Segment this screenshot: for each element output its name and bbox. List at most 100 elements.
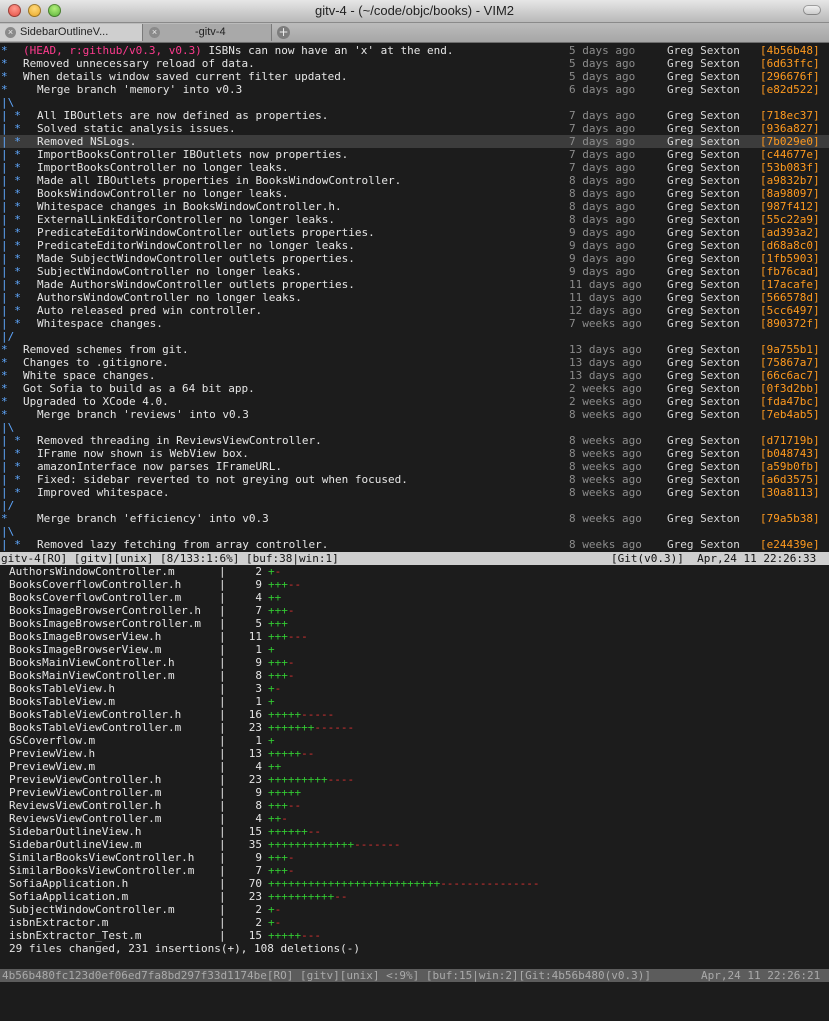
diffstat-line[interactable]: BooksImageBrowserView.m | 1 + bbox=[0, 643, 829, 656]
diffstat-separator: | bbox=[219, 747, 226, 760]
log-line[interactable]: * Changes to .gitignore. 13 days ago Greg S… bbox=[0, 356, 829, 369]
insertions-bar: +++ bbox=[268, 799, 288, 812]
log-line[interactable]: * Removed schemes from git. 13 days ago Gre… bbox=[0, 343, 829, 356]
commit-date: 7 days ago bbox=[569, 148, 636, 161]
log-line[interactable]: | * IFrame now shown is WebView box. 8 wee… bbox=[0, 447, 829, 460]
log-line[interactable]: |\ bbox=[0, 525, 829, 538]
log-line[interactable]: | * Improved whitespace. 8 weeks ago Greg S… bbox=[0, 486, 829, 499]
diffstat-line[interactable]: SofiaApplication.h | 70 +++++++++++++++++++… bbox=[0, 877, 829, 890]
diffstat-line[interactable]: PreviewViewController.h | 23 +++++++++---- bbox=[0, 773, 829, 786]
tab-bar: × SidebarOutlineV... × -gitv-4 + bbox=[0, 23, 829, 43]
log-line[interactable]: * Got Sofia to build as a 64 bit app. 2 we… bbox=[0, 382, 829, 395]
log-line[interactable]: | * AuthorsWindowController no longer lea… bbox=[0, 291, 829, 304]
log-line[interactable]: | * ImportBooksController IBOutlets now p… bbox=[0, 148, 829, 161]
log-line[interactable]: | * PredicateEditorWindowController outle… bbox=[0, 226, 829, 239]
log-line[interactable]: * Merge branch 'memory' into v0.3 6 days a… bbox=[0, 83, 829, 96]
log-line[interactable]: |\ bbox=[0, 96, 829, 109]
log-line[interactable]: | * Whitespace changes in BooksWindowCont… bbox=[0, 200, 829, 213]
tab-gitv[interactable]: × -gitv-4 bbox=[143, 24, 272, 41]
log-line[interactable]: * When details window saved current filte… bbox=[0, 70, 829, 83]
git-log-pane[interactable]: * (HEAD, r:github/v0.3, v0.3) ISBNs can n… bbox=[0, 43, 829, 553]
diffstat-line[interactable]: AuthorsWindowController.m | 2 +- bbox=[0, 565, 829, 578]
log-line[interactable]: * Merge branch 'efficiency' into v0.3 8 we… bbox=[0, 512, 829, 525]
diffstat-line[interactable]: GSCoverflow.m | 1 + bbox=[0, 734, 829, 747]
deletions-bar: - bbox=[274, 916, 282, 929]
diffstat-line[interactable]: SubjectWindowController.m | 2 +- bbox=[0, 903, 829, 916]
diffstat-line[interactable]: BooksMainViewController.m | 8 +++- bbox=[0, 669, 829, 682]
diffstat-line[interactable]: BooksCoverflowController.h | 9 +++-- bbox=[0, 578, 829, 591]
log-line[interactable]: | * Fixed: sidebar reverted to not greyin… bbox=[0, 473, 829, 486]
log-line[interactable]: | * Made AuthorsWindowController outlets … bbox=[0, 278, 829, 291]
log-line[interactable]: |/ bbox=[0, 330, 829, 343]
diffstat-line[interactable]: BooksMainViewController.h | 9 +++- bbox=[0, 656, 829, 669]
commit-author: Greg Sexton bbox=[667, 291, 740, 304]
diffstat-line[interactable]: BooksTableViewController.h | 16 +++++----- bbox=[0, 708, 829, 721]
graph-glyph: | * bbox=[1, 109, 21, 122]
diffstat-line[interactable]: PreviewView.m | 4 ++ bbox=[0, 760, 829, 773]
log-line[interactable]: | * SubjectWindowController no longer lea… bbox=[0, 265, 829, 278]
log-line[interactable]: | * PredicateEditorWindowController no lo… bbox=[0, 239, 829, 252]
log-line[interactable]: | * ImportBooksController no longer leaks… bbox=[0, 161, 829, 174]
change-count: 4 bbox=[255, 812, 262, 825]
graph-glyph: * bbox=[1, 356, 8, 369]
log-line[interactable]: * Merge branch 'reviews' into v0.3 8 weeks… bbox=[0, 408, 829, 421]
graph-glyph: | * bbox=[1, 122, 21, 135]
diffstat-line[interactable]: BooksImageBrowserController.m | 5 +++ bbox=[0, 617, 829, 630]
log-line[interactable]: | * Removed threading in ReviewsViewContr… bbox=[0, 434, 829, 447]
diffstat-line[interactable]: BooksTableViewController.m | 23 +++++++----… bbox=[0, 721, 829, 734]
close-tab-icon[interactable]: × bbox=[5, 27, 16, 38]
graph-glyph: | * bbox=[1, 304, 21, 317]
commit-date: 8 weeks ago bbox=[569, 486, 642, 499]
diffstat-line[interactable]: BooksCoverflowController.m | 4 ++ bbox=[0, 591, 829, 604]
toolbar-toggle-button[interactable] bbox=[803, 5, 821, 15]
diffstat-summary-line: 29 files changed, 231 insertions(+), 108… bbox=[0, 942, 829, 955]
log-line[interactable]: |\ bbox=[0, 421, 829, 434]
commit-message: Removed NSLogs. bbox=[37, 135, 137, 148]
commit-date: 7 days ago bbox=[569, 135, 636, 148]
diffstat-pane[interactable]: AuthorsWindowController.m | 2 +- BooksCoverf… bbox=[0, 565, 829, 955]
diffstat-separator: | bbox=[219, 565, 226, 578]
log-line[interactable]: | * Made SubjectWindowController outlets … bbox=[0, 252, 829, 265]
log-line[interactable]: | * Whitespace changes. 7 weeks ago Greg Se… bbox=[0, 317, 829, 330]
diffstat-line[interactable]: BooksTableView.m | 1 + bbox=[0, 695, 829, 708]
diffstat-line[interactable]: SimilarBooksViewController.m | 7 +++- bbox=[0, 864, 829, 877]
log-line[interactable]: | * Made all IBOutlets properties in Book… bbox=[0, 174, 829, 187]
commit-date: 5 days ago bbox=[569, 70, 636, 83]
file-name: BooksImageBrowserController.m bbox=[9, 617, 202, 630]
diffstat-line[interactable]: BooksTableView.h | 3 +- bbox=[0, 682, 829, 695]
log-line[interactable]: * Upgraded to XCode 4.0. 2 weeks ago Greg S… bbox=[0, 395, 829, 408]
diffstat-line[interactable]: BooksImageBrowserView.h | 11 +++--- bbox=[0, 630, 829, 643]
diffstat-line[interactable]: SidebarOutlineView.m | 35 +++++++++++++----… bbox=[0, 838, 829, 851]
diffstat-line[interactable]: isbnExtractor_Test.m | 15 +++++--- bbox=[0, 929, 829, 942]
log-line[interactable]: | * Removed NSLogs. 7 days ago Greg Sexton [… bbox=[0, 135, 829, 148]
diffstat-line[interactable]: PreviewView.h | 13 +++++-- bbox=[0, 747, 829, 760]
commit-message: Solved static analysis issues. bbox=[37, 122, 236, 135]
log-line[interactable]: * Removed unnecessary reload of data. 5 da… bbox=[0, 57, 829, 70]
diffstat-line[interactable]: isbnExtractor.m | 2 +- bbox=[0, 916, 829, 929]
log-line[interactable]: * (HEAD, r:github/v0.3, v0.3) ISBNs can n… bbox=[0, 44, 829, 57]
log-line[interactable]: | * ExternalLinkEditorController no longe… bbox=[0, 213, 829, 226]
log-line[interactable]: | * amazonInterface now parses IFrameURL.… bbox=[0, 460, 829, 473]
commit-date: 2 weeks ago bbox=[569, 382, 642, 395]
diffstat-line[interactable]: SimilarBooksViewController.h | 9 +++- bbox=[0, 851, 829, 864]
log-line[interactable]: * White space changes. 13 days ago Greg Sex… bbox=[0, 369, 829, 382]
log-line[interactable]: |/ bbox=[0, 499, 829, 512]
diffstat-line[interactable]: SidebarOutlineView.h | 15 ++++++-- bbox=[0, 825, 829, 838]
log-line[interactable]: | * Auto released pred win controller. 12 … bbox=[0, 304, 829, 317]
log-line[interactable]: | * Removed lazy fetching from array cont… bbox=[0, 538, 829, 551]
diffstat-line[interactable]: ReviewsViewController.m | 4 ++- bbox=[0, 812, 829, 825]
diffstat-line[interactable]: BooksImageBrowserController.h | 7 +++- bbox=[0, 604, 829, 617]
deletions-bar: - bbox=[287, 669, 295, 682]
tab-sidebar-outline-view[interactable]: × SidebarOutlineV... bbox=[0, 24, 143, 41]
diffstat-line[interactable]: PreviewViewController.m | 9 +++++ bbox=[0, 786, 829, 799]
add-tab-icon[interactable]: + bbox=[277, 26, 290, 39]
log-line[interactable]: | * All IBOutlets are now defined as prop… bbox=[0, 109, 829, 122]
diffstat-line[interactable]: SofiaApplication.m | 23 ++++++++++-- bbox=[0, 890, 829, 903]
log-line[interactable]: | * Solved static analysis issues. 7 days … bbox=[0, 122, 829, 135]
diffstat-line[interactable]: ReviewsViewController.h | 8 +++-- bbox=[0, 799, 829, 812]
log-line[interactable]: | * BooksWindowController no longer leaks… bbox=[0, 187, 829, 200]
close-tab-icon[interactable]: × bbox=[149, 27, 160, 38]
change-count: 8 bbox=[255, 799, 262, 812]
deletions-bar: ------- bbox=[354, 838, 401, 851]
graph-glyph: * bbox=[1, 382, 8, 395]
